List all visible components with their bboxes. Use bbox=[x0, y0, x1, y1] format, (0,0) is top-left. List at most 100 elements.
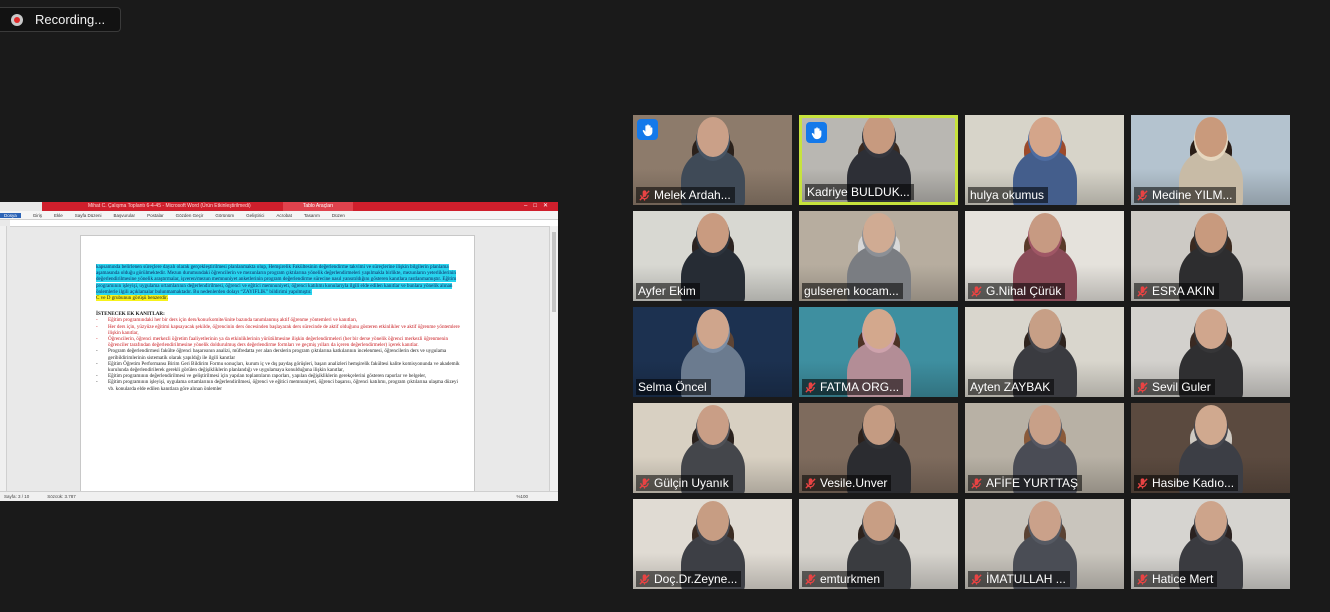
participant-tile[interactable]: Gülçin Uyanık bbox=[633, 403, 792, 493]
participant-face bbox=[1194, 501, 1227, 541]
participant-tile[interactable]: FATMA ORG... bbox=[799, 307, 958, 397]
ribbon-tab[interactable]: Dosya bbox=[0, 212, 21, 218]
participant-name: Doç.Dr.Zeyne... bbox=[654, 572, 738, 586]
participant-name: Sevil Guler bbox=[1152, 380, 1211, 394]
participant-tile[interactable]: G.Nihal Çürük bbox=[965, 211, 1124, 301]
recording-indicator[interactable]: Recording... bbox=[0, 7, 121, 32]
bullet-dash: - bbox=[96, 360, 98, 367]
ribbon-tab[interactable]: Gözden Geçir bbox=[176, 213, 204, 218]
participant-tile[interactable]: Ayten ZAYBAK bbox=[965, 307, 1124, 397]
evidence-item: - Program değerlendirmesi fakülte öğrenci… bbox=[96, 348, 464, 360]
recording-label: Recording... bbox=[35, 12, 106, 27]
highlighted-paragraph: kapsamında belirlenen süreçlere dayalı o… bbox=[96, 264, 457, 295]
ribbon-tab[interactable]: Tasarım bbox=[304, 213, 320, 218]
participant-name: hulya okumus bbox=[970, 188, 1045, 202]
participant-face bbox=[1028, 309, 1061, 349]
ribbon-tab[interactable]: Başvurular bbox=[114, 213, 136, 218]
participant-tile[interactable]: Hatice Mert bbox=[1131, 499, 1290, 589]
ribbon-tab[interactable]: Sayfa Düzeni bbox=[75, 213, 102, 218]
participant-tile[interactable]: Vesile.Unver bbox=[799, 403, 958, 493]
participant-face bbox=[696, 309, 729, 349]
muted-mic-icon bbox=[1136, 381, 1149, 394]
vertical-ruler bbox=[0, 226, 7, 492]
participant-tile[interactable]: Medine YILM... bbox=[1131, 115, 1290, 205]
participant-name-tag: Medine YILM... bbox=[1134, 187, 1237, 203]
evidence-item: - Her ders için, yüzyüze eğitimi kapsayac… bbox=[96, 324, 464, 336]
participant-name-tag: Vesile.Unver bbox=[802, 475, 892, 491]
participant-name-tag: Ayten ZAYBAK bbox=[968, 379, 1055, 395]
window-controls[interactable]: –□✕ bbox=[524, 202, 554, 209]
ribbon-tab[interactable]: Giriş bbox=[33, 213, 42, 218]
status-zoom[interactable]: %100 bbox=[516, 494, 528, 499]
participant-name: Gülçin Uyanık bbox=[654, 476, 729, 490]
participant-name-tag: G.Nihal Çürük bbox=[968, 283, 1066, 299]
evidence-item: - Eğitim Öğretim Performansı Birim Geri B… bbox=[96, 361, 464, 373]
participant-name-tag: Selma Öncel bbox=[636, 379, 711, 395]
participant-name-tag: FATMA ORG... bbox=[802, 379, 904, 395]
participant-face bbox=[696, 117, 729, 157]
participant-tile[interactable]: Kadriye BULDUK... bbox=[799, 115, 958, 205]
participant-tile[interactable]: Selma Öncel bbox=[633, 307, 792, 397]
muted-mic-icon bbox=[1136, 573, 1149, 586]
participant-name-tag: Hatice Mert bbox=[1134, 571, 1218, 587]
status-words: Sözcük: 3.787 bbox=[47, 494, 76, 499]
participant-face bbox=[1194, 117, 1227, 157]
evidence-list: - Eğitim programındaki her bir ders için … bbox=[96, 317, 464, 391]
participant-face bbox=[862, 405, 895, 445]
vertical-scrollbar[interactable] bbox=[549, 226, 558, 492]
participant-name: G.Nihal Çürük bbox=[986, 284, 1062, 298]
participant-tile[interactable]: ESRA AKIN bbox=[1131, 211, 1290, 301]
participant-face bbox=[1028, 117, 1061, 157]
muted-mic-icon bbox=[970, 285, 983, 298]
participant-name: Ayten ZAYBAK bbox=[970, 380, 1051, 394]
participant-name: Hatice Mert bbox=[1152, 572, 1214, 586]
participant-tile[interactable]: Sevil Guler bbox=[1131, 307, 1290, 397]
bullet-dash: - bbox=[96, 336, 98, 343]
evidence-text: Her ders için, yüzyüze eğitimi kapsayaca… bbox=[108, 323, 460, 336]
participant-tile[interactable]: Ayfer Ekim bbox=[633, 211, 792, 301]
participant-tile[interactable]: Melek Ardah... bbox=[633, 115, 792, 205]
participant-face bbox=[1028, 405, 1061, 445]
muted-mic-icon bbox=[804, 381, 817, 394]
participant-tile[interactable]: gulseren kocam... bbox=[799, 211, 958, 301]
participant-name-tag: ESRA AKIN bbox=[1134, 283, 1219, 299]
participant-name-tag: Melek Ardah... bbox=[636, 187, 735, 203]
table-tools-label: Tablo Araçları bbox=[283, 202, 353, 211]
status-page: Sayfa: 3 / 10 bbox=[4, 494, 30, 499]
yellow-highlight-line: C ve D grubunun görüşü benzerdir. bbox=[96, 295, 168, 302]
participant-name: Hasibe Kadıo... bbox=[1152, 476, 1235, 490]
evidence-item: - Eğitim programının işleyişi, uygulama o… bbox=[96, 379, 464, 391]
ribbon-tab[interactable]: Ekle bbox=[54, 213, 63, 218]
word-ribbon-tabs: Dosya Giriş Ekle Sayfa Düzeni Başvurular Post… bbox=[0, 211, 558, 220]
participant-tile[interactable]: İMATULLAH ... bbox=[965, 499, 1124, 589]
evidence-item: - Öğrencilerin, öğrenci merkezli öğretim … bbox=[96, 336, 464, 348]
participant-name-tag: AFİFE YURTTAŞ bbox=[968, 475, 1083, 491]
evidence-text: Program değerlendirmesi fakülte öğrenci … bbox=[108, 348, 447, 361]
ribbon-tab[interactable]: Düzen bbox=[332, 213, 345, 218]
participant-tile[interactable]: Doç.Dr.Zeyne... bbox=[633, 499, 792, 589]
participant-tile[interactable]: hulya okumus bbox=[965, 115, 1124, 205]
document-body: kapsamında belirlenen süreçlere dayalı o… bbox=[96, 264, 464, 392]
participant-name: İMATULLAH ... bbox=[986, 572, 1066, 586]
participant-face bbox=[862, 501, 895, 541]
participant-face bbox=[696, 213, 729, 253]
participant-face bbox=[862, 118, 895, 154]
word-document-title: Mihat C. Çalışma Toplantı 6-4-45 - Micro… bbox=[88, 203, 251, 209]
ribbon-tab[interactable]: Geliştirici bbox=[246, 213, 264, 218]
participant-face bbox=[1194, 213, 1227, 253]
muted-mic-icon bbox=[1136, 285, 1149, 298]
participant-tile[interactable]: AFİFE YURTTAŞ bbox=[965, 403, 1124, 493]
bullet-dash: - bbox=[96, 323, 98, 330]
ribbon-tab[interactable]: Acrobat bbox=[276, 213, 292, 218]
ribbon-tab[interactable]: Görünüm bbox=[215, 213, 234, 218]
participant-tile[interactable]: Hasibe Kadıo... bbox=[1131, 403, 1290, 493]
participant-name: Vesile.Unver bbox=[820, 476, 888, 490]
participant-tile[interactable]: emturkmen bbox=[799, 499, 958, 589]
muted-mic-icon bbox=[638, 189, 651, 202]
ribbon-tab[interactable]: Postalar bbox=[147, 213, 164, 218]
quick-access-toolbar[interactable] bbox=[0, 202, 42, 211]
participant-face bbox=[1028, 213, 1061, 253]
participant-face bbox=[862, 309, 895, 349]
participant-face bbox=[1028, 501, 1061, 541]
participant-face bbox=[696, 405, 729, 445]
